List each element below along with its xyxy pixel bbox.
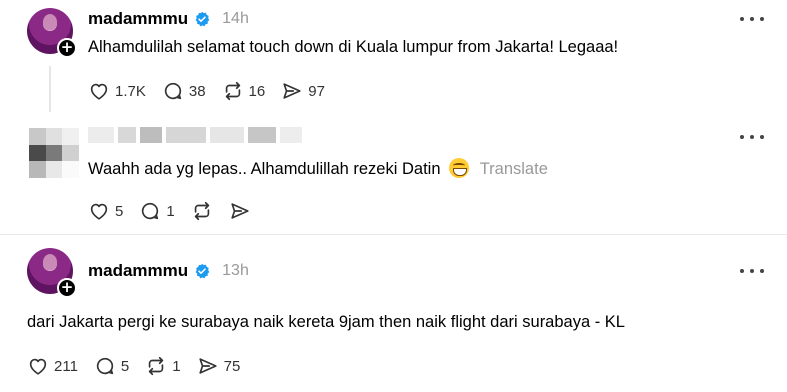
- post-time: 13h: [222, 262, 249, 279]
- post-3: + madammmu 13h dari Jakarta pergi ke sur…: [0, 240, 787, 392]
- post-1-header: madammmu 14h: [88, 8, 249, 30]
- verified-icon: [195, 263, 210, 279]
- thread-line: [49, 66, 51, 112]
- repost-icon: [149, 356, 164, 376]
- share-icon: [198, 358, 217, 374]
- comment-button[interactable]: 5: [94, 355, 129, 377]
- blurred-avatar[interactable]: [29, 128, 79, 178]
- repost-button[interactable]: 16: [222, 80, 266, 102]
- reply-text: Waahh ada yg lepas.. Alhamdulillah rezek…: [88, 158, 548, 179]
- repost-icon: [225, 81, 240, 101]
- like-count: 1.7K: [115, 82, 146, 100]
- share-button[interactable]: 75: [197, 355, 241, 377]
- divider: [0, 234, 787, 235]
- share-count: 75: [223, 357, 241, 375]
- post-1-avatar[interactable]: +: [27, 8, 77, 58]
- post-3-header: madammmu 13h: [88, 260, 249, 282]
- blurred-username[interactable]: [88, 126, 302, 144]
- comment-button[interactable]: 1: [139, 200, 175, 222]
- share-icon: [283, 83, 301, 99]
- heart-icon: [29, 358, 47, 375]
- heart-icon: [90, 203, 108, 220]
- post-3-avatar[interactable]: +: [27, 248, 77, 298]
- heart-icon: [90, 83, 108, 100]
- post-text: Alhamdulilah selamat touch down di Kuala…: [88, 38, 619, 56]
- repost-count: 16: [248, 82, 266, 100]
- like-button[interactable]: 1.7K: [88, 80, 146, 102]
- more-icon[interactable]: [740, 266, 764, 276]
- grin-emoji-icon: [449, 158, 470, 178]
- repost-button[interactable]: 1: [145, 355, 181, 377]
- share-count: 97: [308, 82, 325, 100]
- username[interactable]: madammmu: [88, 9, 188, 29]
- comment-icon: [142, 202, 159, 220]
- username[interactable]: madammmu: [88, 261, 188, 281]
- like-button[interactable]: 211: [27, 355, 78, 377]
- translate-link[interactable]: Translate: [480, 160, 548, 178]
- post-2-actions: 5 1: [88, 200, 267, 222]
- repost-count: 1: [172, 357, 181, 375]
- follow-plus-icon[interactable]: +: [57, 38, 77, 58]
- post-text: dari Jakarta pergi ke surabaya naik kere…: [27, 313, 625, 331]
- comment-button[interactable]: 38: [162, 80, 206, 102]
- like-count: 5: [115, 202, 124, 220]
- post-1-actions: 1.7K 38 16 97: [88, 80, 341, 102]
- like-count: 211: [54, 357, 78, 375]
- post-2-header: [88, 124, 302, 146]
- post-3-actions: 211 5 1 75: [27, 355, 256, 377]
- comment-count: 38: [188, 82, 206, 100]
- comment-icon: [164, 82, 182, 100]
- post-2: Waahh ada yg lepas.. Alhamdulillah rezek…: [0, 120, 787, 232]
- comment-icon: [96, 357, 114, 375]
- post-1: + madammmu 14h Alhamdulilah selamat touc…: [0, 0, 787, 120]
- repost-icon: [194, 201, 209, 221]
- more-icon[interactable]: [740, 132, 764, 142]
- comment-count: 1: [166, 202, 175, 220]
- post-time: 14h: [222, 10, 249, 27]
- repost-button[interactable]: [191, 200, 213, 222]
- like-button[interactable]: 5: [88, 200, 123, 222]
- more-icon[interactable]: [740, 14, 764, 24]
- reply-body: Waahh ada yg lepas.. Alhamdulillah rezek…: [88, 160, 441, 178]
- follow-plus-icon[interactable]: +: [57, 278, 77, 298]
- comment-count: 5: [120, 357, 130, 375]
- share-button[interactable]: 97: [281, 80, 325, 102]
- share-icon: [231, 203, 249, 219]
- verified-icon: [195, 11, 210, 27]
- share-button[interactable]: [229, 200, 251, 222]
